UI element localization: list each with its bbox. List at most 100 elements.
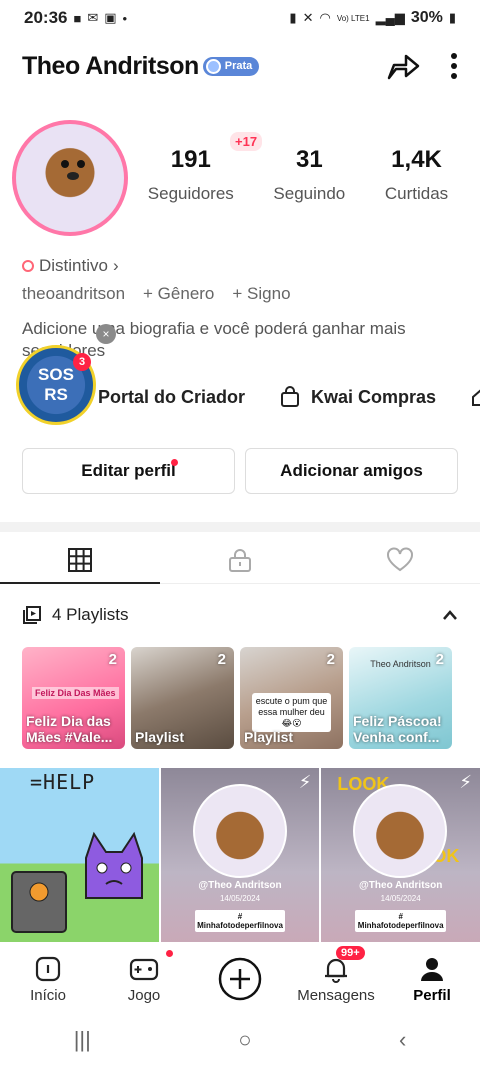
more-options-button[interactable] — [450, 52, 458, 80]
nav-label: Jogo — [127, 986, 161, 1004]
bag-icon — [281, 386, 300, 407]
nav-label: Mensagens — [297, 986, 375, 1004]
add-friends-button[interactable]: Adicionar amigos — [245, 448, 458, 494]
nav-game[interactable]: Jogo — [96, 944, 192, 1014]
thumbnail-tag: # Minhafotodeperfilnova — [194, 910, 286, 932]
edit-profile-label: Editar perfil — [81, 461, 176, 480]
recents-button[interactable]: ||| — [74, 1027, 91, 1053]
quick-link-label: Portal do Criador — [98, 386, 246, 407]
lock-icon — [229, 548, 251, 572]
quick-link-kwai-shop[interactable]: Kwai Compras — [279, 386, 436, 408]
chevron-up-icon — [443, 610, 457, 620]
video-thumbnail[interactable]: ⚡ @Theo Andritson 14/05/2024 # Minhafoto… — [160, 768, 320, 942]
thumbnail-avatar — [353, 784, 448, 878]
add-gender-button[interactable]: + Gênero — [143, 284, 214, 304]
network-label: Vo) LTE1 — [336, 13, 370, 23]
avatar[interactable] — [12, 120, 128, 236]
notification-dot — [166, 950, 173, 957]
battery-level: 30% — [410, 9, 443, 26]
image-icon: ▣ — [104, 10, 117, 25]
flash-icon: ⚡ — [298, 772, 312, 792]
quick-link-creator-portal[interactable]: Portal do Criador — [98, 387, 245, 408]
nav-label: Perfil — [413, 986, 451, 1004]
sos-rs-floating-button[interactable]: SOS RS 3 — [16, 345, 96, 425]
heart-icon — [387, 547, 413, 571]
system-nav: ||| ○ ‹ — [0, 1014, 480, 1066]
quick-links: Portal do Criador Kwai Compras Ju — [98, 382, 480, 412]
lock-status-icon: ▮ — [289, 10, 297, 25]
stat-following[interactable]: 31 Seguindo — [273, 146, 345, 204]
edit-profile-button[interactable]: Editar perfil — [22, 448, 235, 494]
section-divider — [0, 522, 480, 532]
video-grid: =HELP ⚡ @Theo Andritson 14/05/2024 # Min… — [0, 768, 480, 942]
playlist-card[interactable]: 2 Playlist — [131, 647, 234, 749]
profile-actions: Editar perfil Adicionar amigos — [22, 448, 458, 494]
playlist-title: Feliz Dia das Mães #Vale... — [26, 713, 113, 745]
badge-coin-icon — [205, 58, 221, 74]
more-vertical-icon — [451, 53, 457, 79]
thumbnail-name: @Theo Andritson — [198, 880, 282, 891]
thumbnail-date: 14/05/2024 — [380, 894, 421, 903]
share-icon — [387, 54, 420, 80]
grid-icon — [68, 547, 92, 572]
stat-followers[interactable]: 191 Seguidores — [148, 146, 234, 204]
video-thumbnail[interactable]: =HELP — [0, 768, 159, 942]
nav-create[interactable] — [192, 944, 288, 1014]
add-friends-label: Adicionar amigos — [280, 461, 423, 480]
playlist-caption: escute o pum que essa mulher deu 😂😮 — [252, 693, 331, 732]
dot-icon: • — [122, 10, 128, 26]
distintivo-label: Distintivo — [39, 256, 108, 275]
status-time: 20:36 — [24, 8, 68, 27]
add-sign-button[interactable]: + Signo — [232, 284, 290, 304]
sos-count-badge: 3 — [73, 353, 91, 371]
share-button[interactable] — [386, 51, 420, 81]
playlist-count: 2 — [326, 651, 335, 668]
bottom-nav: Início Jogo 99+ Mensagens Perfil — [0, 944, 480, 1014]
wifi-icon: ◠ — [319, 10, 331, 25]
person-icon — [421, 957, 443, 981]
home-button[interactable]: ○ — [238, 1027, 251, 1053]
handle: theoandritson — [22, 284, 126, 303]
cat-illustration-icon — [85, 831, 143, 899]
quick-link-third[interactable]: Ju — [470, 386, 480, 408]
camera-icon: ■ — [73, 10, 82, 26]
playlist-card[interactable]: Feliz Dia Das Mães 2 Feliz Dia das Mães … — [22, 647, 125, 749]
home-icon — [35, 956, 61, 981]
playlist-card[interactable]: Theo Andritson 2 Feliz Páscoa! Venha con… — [349, 647, 452, 749]
stat-label: Seguidores — [147, 184, 234, 203]
playlists-header[interactable]: 4 Playlists — [22, 600, 458, 630]
back-button[interactable]: ‹ — [399, 1027, 406, 1053]
home-icon — [472, 389, 480, 406]
messages-badge: 99+ — [336, 946, 365, 960]
playlist-count: 2 — [435, 651, 444, 668]
playlist-card[interactable]: escute o pum que essa mulher deu 😂😮 2 Pl… — [240, 647, 343, 749]
tab-private[interactable] — [160, 536, 320, 583]
stat-likes[interactable]: 1,4K Curtidas — [385, 146, 448, 204]
gamepad-icon — [129, 958, 159, 980]
stat-value: 1,4K — [391, 146, 442, 173]
nav-label: Início — [30, 986, 66, 1004]
sos-close-button[interactable]: × — [96, 324, 116, 344]
level-badge[interactable]: Prata — [202, 56, 260, 76]
sos-line2: RS — [44, 385, 68, 404]
stat-label: Seguindo — [273, 184, 346, 203]
thumbnail-avatar — [192, 784, 287, 878]
nav-home[interactable]: Início — [0, 944, 96, 1014]
battery-icon: ▮ — [448, 10, 456, 25]
chevron-right-icon: › — [112, 256, 119, 275]
distintivo-link[interactable]: Distintivo › — [22, 256, 119, 276]
playlist-icon — [23, 606, 41, 624]
notification-dot — [171, 459, 178, 466]
content-tabs — [0, 536, 480, 584]
tab-grid[interactable] — [0, 536, 160, 584]
stats-group: +17 191 Seguidores 31 Seguindo 1,4K Curt… — [128, 120, 468, 235]
video-thumbnail[interactable]: ⚡ LOOK LOOK @Theo Andritson 14/05/2024 #… — [321, 768, 480, 942]
nav-profile[interactable]: Perfil — [384, 944, 480, 1014]
playlist-count: 2 — [217, 651, 226, 668]
tab-liked[interactable] — [320, 536, 480, 583]
stat-label: Curtidas — [384, 184, 449, 203]
nav-messages[interactable]: 99+ Mensagens — [288, 944, 384, 1014]
new-followers-badge: +17 — [230, 132, 263, 151]
tombstone-icon — [11, 871, 67, 933]
stat-value: 31 — [295, 146, 323, 173]
